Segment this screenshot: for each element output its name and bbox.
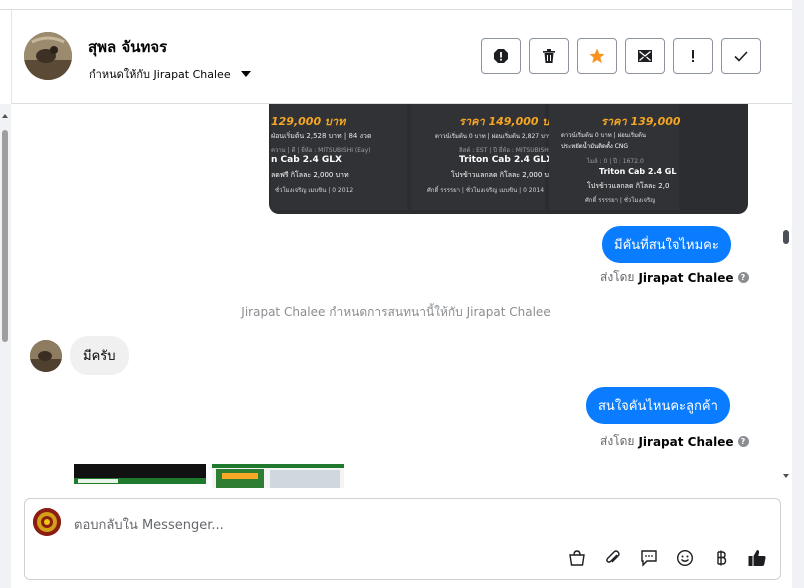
star-icon	[589, 48, 605, 64]
chevron-down-icon	[240, 71, 251, 77]
card-promo: โปรข้าวแลกลด กิโลละ 2,000 บาท	[451, 171, 558, 179]
help-icon[interactable]: ?	[737, 272, 749, 283]
image-attachment[interactable]	[74, 464, 206, 488]
baht-icon	[717, 550, 727, 566]
card-promo: ลดฟรี กิโลละ 2,000 บาท	[271, 171, 349, 179]
card-line: ประหยัดน้ำมันติดตั้ง CNG	[561, 143, 629, 150]
assign-dropdown[interactable]: กำหนดให้กับ Jirapat Chalee	[89, 65, 251, 83]
reply-composer: ตอบกลับใน Messenger...	[24, 498, 781, 580]
spam-icon	[494, 49, 508, 63]
mark-done-button[interactable]	[721, 38, 761, 74]
saved-reply-icon	[641, 550, 657, 567]
payment-button[interactable]	[710, 547, 732, 569]
composer-toolbar	[566, 547, 768, 569]
card-line: ฝ่อนเริ่มต้น 2,528 บาท | 84 งวด	[271, 132, 372, 140]
card-line: ไมล์ : 0 | ปี : 1672.0	[587, 158, 644, 165]
card-line: ดาวน์เริ่มต้น 0 บาท | ผ่อนเริ่มต้น	[561, 132, 647, 139]
inbox-conversation-view: สุพล จันทจร กำหนดให้กับ Jirapat Chalee 1…	[0, 0, 804, 588]
alert-icon	[692, 50, 694, 62]
sent-by-row: ส่งโดย Jirapat Chalee ?	[600, 432, 749, 451]
top-divider	[0, 0, 792, 10]
follow-up-button[interactable]	[673, 38, 713, 74]
emoji-icon	[676, 549, 694, 567]
mark-spam-button[interactable]	[481, 38, 521, 74]
scroll-up-icon[interactable]	[2, 114, 8, 118]
sender-name[interactable]: Jirapat Chalee	[638, 435, 733, 449]
card-footer: ศักดิ์ รรรรยา | ชั่วโมงเจริญ	[585, 197, 656, 204]
scroll-thumb[interactable]	[2, 130, 8, 342]
card-price: 129,000 บาท	[271, 115, 346, 128]
attach-button[interactable]	[602, 547, 624, 569]
card-line: ความ | ดี | ยี่ห้อ : MITSUBISHI (Eay)	[271, 147, 371, 154]
saved-reply-button[interactable]	[638, 547, 660, 569]
sent-by-label: ส่งโดย	[600, 434, 635, 448]
conversation-actions	[481, 38, 761, 74]
star-button[interactable]	[577, 38, 617, 74]
conversation-header: สุพล จันทจร กำหนดให้กับ Jirapat Chalee	[11, 10, 792, 104]
sent-by-row: ส่งโดย Jirapat Chalee ?	[600, 268, 749, 287]
card-model: n Cab 2.4 GLX	[271, 155, 342, 165]
image-attachment[interactable]	[212, 464, 344, 488]
outgoing-message: มีคันที่สนใจไหมคะ	[602, 226, 731, 263]
message-thread: 129,000 บาท ฝ่อนเริ่มต้น 2,528 บาท | 84 …	[11, 104, 781, 488]
scroll-thumb[interactable]	[783, 230, 789, 244]
gallery-card[interactable]: 129,000 บาท ฝ่อนเริ่มต้น 2,528 บาท | 84 …	[271, 104, 407, 210]
card-model: Triton Cab 2.4 GLX	[459, 155, 554, 165]
mark-unread-button[interactable]	[625, 38, 665, 74]
image-gallery[interactable]: 129,000 บาท ฝ่อนเริ่มต้น 2,528 บาท | 84 …	[269, 104, 748, 214]
contact-name[interactable]: สุพล จันทจร	[88, 35, 167, 59]
reply-input[interactable]: ตอบกลับใน Messenger...	[74, 514, 224, 535]
assigned-label: กำหนดให้กับ Jirapat Chalee	[89, 68, 231, 81]
trash-icon	[543, 49, 555, 63]
emoji-button[interactable]	[674, 547, 696, 569]
shop-button[interactable]	[566, 547, 588, 569]
check-icon	[734, 51, 748, 62]
card-price: ราคา 139,000	[601, 115, 681, 128]
sidebar-scrollbar[interactable]	[0, 104, 11, 588]
incoming-message: มีครับ	[70, 336, 129, 375]
attachment-icon	[606, 550, 620, 563]
card-model: Triton Cab 2.4 GL	[599, 167, 677, 176]
gallery-card[interactable]: ราคา 139,000 ดาวน์เริ่มต้น 0 บาท | ผ่อนเ…	[549, 104, 681, 210]
shop-icon	[569, 550, 585, 566]
sender-name[interactable]: Jirapat Chalee	[638, 271, 733, 285]
mark-unread-icon	[638, 50, 652, 62]
contact-avatar[interactable]	[24, 32, 72, 80]
customer-avatar[interactable]	[30, 340, 62, 372]
page-scrollbar[interactable]	[792, 0, 804, 588]
page-avatar	[33, 508, 61, 536]
card-price: ราคา 149,000 บาท	[459, 115, 563, 128]
card-footer: ศักดิ์ รรรรยา | ชั่วโมงเจริญ เมบขิน | 0 …	[427, 187, 545, 194]
like-icon	[748, 550, 766, 566]
card-promo: โปรข้าวแลกลด กิโลละ 2,0	[587, 182, 670, 190]
scroll-down-icon[interactable]	[783, 474, 789, 478]
delete-button[interactable]	[529, 38, 569, 74]
system-message: Jirapat Chalee กำหนดการสนทนานี้ให้กับ Ji…	[241, 305, 551, 319]
like-button[interactable]	[746, 547, 768, 569]
card-footer: ชั่วโมงเจริญ เมบขิน | 0 2012	[275, 187, 354, 194]
thread-scrollbar[interactable]	[781, 104, 792, 488]
gallery-card[interactable]: ราคา 149,000 บาท ดาวน์เริ่มต้น 0 บาท | ผ…	[411, 104, 578, 210]
sent-by-label: ส่งโดย	[600, 270, 635, 284]
help-icon[interactable]: ?	[737, 436, 749, 447]
outgoing-message: สนใจคันไหนคะลูกค้า	[586, 387, 730, 424]
